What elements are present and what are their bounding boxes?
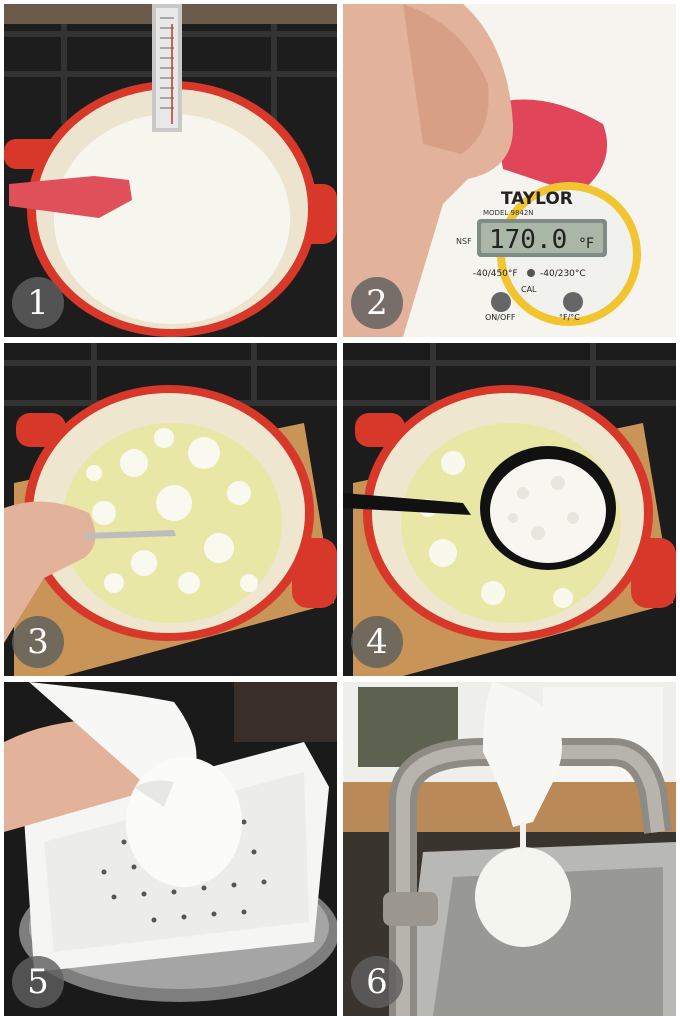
nsf-mark: NSF xyxy=(456,237,472,246)
step-number-badge: 5 xyxy=(12,956,64,1008)
range-fahrenheit: -40/450°F xyxy=(473,269,518,279)
step-number-badge: 6 xyxy=(351,956,403,1008)
step-number-badge: 2 xyxy=(351,277,403,329)
thermometer-model: MODEL 9842N xyxy=(483,209,534,217)
step-number-badge: 4 xyxy=(351,616,403,668)
cal-label: CAL xyxy=(521,285,537,294)
thermometer-unit: °F xyxy=(579,236,594,252)
thermometer-brand: TAYLOR xyxy=(501,189,573,209)
step-6-photo: 6 xyxy=(343,682,676,1016)
step-number-badge: 3 xyxy=(12,616,64,668)
range-celsius: -40/230°C xyxy=(540,269,586,279)
step-number-badge: 1 xyxy=(12,277,64,329)
step-2-photo: TAYLOR MODEL 9842N 170.0 °F NSF -40/450°… xyxy=(343,4,676,337)
step-4-photo: 4 xyxy=(343,343,676,676)
on-off-label: ON/OFF xyxy=(485,313,516,322)
f-c-label: °F/°C xyxy=(559,313,580,322)
thermometer-reading: 170.0 xyxy=(489,225,567,255)
step-3-photo: 3 xyxy=(4,343,337,676)
step-5-photo: 5 xyxy=(4,682,337,1016)
recipe-step-collage: 1 TAYLOR MODEL 9842N 170.0 °F NSF -40/45… xyxy=(0,0,680,1020)
step-1-photo: 1 xyxy=(4,4,337,337)
